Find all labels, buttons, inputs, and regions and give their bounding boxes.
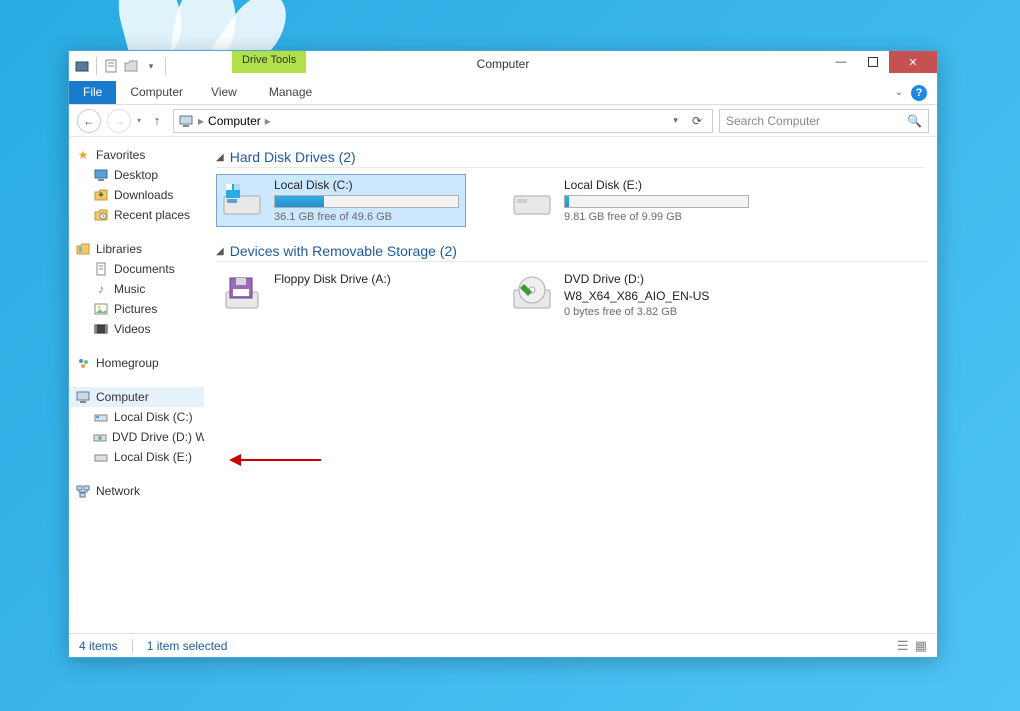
address-bar: ← → ▾ ↑ ▸ Computer ▸ ▾ ⟳ Search Computer… bbox=[69, 105, 937, 137]
tab-computer[interactable]: Computer bbox=[116, 81, 197, 104]
search-input[interactable]: Search Computer 🔍 bbox=[719, 109, 929, 133]
desktop-icon bbox=[93, 167, 109, 183]
nav-pictures[interactable]: Pictures bbox=[69, 299, 204, 319]
recent-icon bbox=[93, 207, 109, 223]
videos-icon bbox=[93, 321, 109, 337]
drive-name: Local Disk (E:) bbox=[564, 178, 752, 192]
refresh-icon[interactable]: ⟳ bbox=[686, 114, 708, 128]
nav-local-disk-c[interactable]: Local Disk (C:) bbox=[69, 407, 204, 427]
libraries-icon bbox=[75, 241, 91, 257]
address-dropdown-icon[interactable]: ▾ bbox=[669, 115, 682, 126]
quick-access-toolbar: ▾ bbox=[69, 51, 173, 81]
network-icon bbox=[75, 483, 91, 499]
status-item-count: 4 items bbox=[79, 639, 118, 653]
breadcrumb-separator[interactable]: ▸ bbox=[198, 114, 204, 128]
collapse-icon[interactable]: ◢ bbox=[216, 152, 224, 163]
tab-file[interactable]: File bbox=[69, 81, 116, 104]
disk-icon bbox=[93, 409, 109, 425]
drive-floppy[interactable]: Floppy Disk Drive (A:) bbox=[216, 268, 466, 322]
section-hdd[interactable]: ◢Hard Disk Drives (2) bbox=[216, 149, 925, 168]
help-icon[interactable]: ? bbox=[911, 85, 927, 101]
history-dropdown-icon[interactable]: ▾ bbox=[137, 116, 141, 125]
tiles-view-icon[interactable]: ▦ bbox=[915, 638, 927, 654]
nav-favorites[interactable]: ★Favorites bbox=[69, 145, 204, 165]
nav-videos[interactable]: Videos bbox=[69, 319, 204, 339]
capacity-bar bbox=[564, 195, 749, 208]
hdd-icon bbox=[220, 178, 264, 222]
drive-dvd[interactable]: DVD Drive (D:) W8_X64_X86_AIO_EN-US 0 by… bbox=[506, 268, 756, 322]
navigation-pane: ★Favorites Desktop Downloads Recent plac… bbox=[69, 137, 204, 633]
breadcrumb-separator[interactable]: ▸ bbox=[265, 114, 271, 128]
computer-icon bbox=[75, 389, 91, 405]
nav-computer[interactable]: Computer bbox=[69, 387, 204, 407]
star-icon: ★ bbox=[75, 147, 91, 163]
nav-network[interactable]: Network bbox=[69, 481, 204, 501]
address-field[interactable]: ▸ Computer ▸ ▾ ⟳ bbox=[173, 109, 713, 133]
drive-label: W8_X64_X86_AIO_EN-US bbox=[564, 289, 752, 303]
documents-icon bbox=[93, 261, 109, 277]
nav-dvd-drive[interactable]: DVD Drive (D:) W8_X bbox=[69, 427, 204, 447]
ribbon-expand-icon[interactable]: ⌄ bbox=[895, 87, 903, 98]
explorer-window: ▾ Drive Tools Computer — ✕ File Computer… bbox=[68, 50, 938, 658]
search-placeholder: Search Computer bbox=[726, 114, 820, 128]
new-folder-icon[interactable] bbox=[122, 57, 140, 75]
ribbon-tabs: File Computer View Manage ⌄ ? bbox=[69, 81, 937, 105]
drive-free-text: 9.81 GB free of 9.99 GB bbox=[564, 211, 752, 223]
downloads-icon bbox=[93, 187, 109, 203]
annotation-arrow bbox=[239, 459, 321, 461]
dvd-icon bbox=[93, 429, 107, 445]
drive-local-c[interactable]: Local Disk (C:) 36.1 GB free of 49.6 GB bbox=[216, 174, 466, 227]
status-bar: 4 items 1 item selected ☰ ▦ bbox=[69, 633, 937, 657]
window-title: Computer bbox=[477, 57, 530, 71]
maximize-button[interactable] bbox=[857, 51, 889, 73]
nav-documents[interactable]: Documents bbox=[69, 259, 204, 279]
drive-name: Floppy Disk Drive (A:) bbox=[274, 272, 462, 286]
hdd-icon bbox=[510, 178, 554, 222]
computer-icon bbox=[178, 113, 194, 129]
drive-free-text: 0 bytes free of 3.82 GB bbox=[564, 306, 752, 318]
context-tab-drive-tools[interactable]: Drive Tools bbox=[232, 51, 306, 73]
forward-button[interactable]: → bbox=[107, 109, 131, 133]
nav-music[interactable]: ♪Music bbox=[69, 279, 204, 299]
disk-icon bbox=[93, 449, 109, 465]
floppy-icon bbox=[220, 272, 264, 316]
qat-dropdown-icon[interactable]: ▾ bbox=[142, 57, 160, 75]
dvd-drive-icon bbox=[510, 272, 554, 316]
content-pane: ◢Hard Disk Drives (2) Local Disk (C:) 36… bbox=[204, 137, 937, 633]
nav-recent[interactable]: Recent places bbox=[69, 205, 204, 225]
section-removable[interactable]: ◢Devices with Removable Storage (2) bbox=[216, 243, 925, 262]
search-icon: 🔍 bbox=[907, 114, 922, 128]
collapse-icon[interactable]: ◢ bbox=[216, 246, 224, 257]
nav-libraries[interactable]: Libraries bbox=[69, 239, 204, 259]
drive-local-e[interactable]: Local Disk (E:) 9.81 GB free of 9.99 GB bbox=[506, 174, 756, 227]
titlebar: ▾ Drive Tools Computer — ✕ bbox=[69, 51, 937, 81]
tab-manage[interactable]: Manage bbox=[255, 81, 326, 104]
capacity-bar bbox=[274, 195, 459, 208]
drive-name: DVD Drive (D:) bbox=[564, 272, 752, 286]
up-button[interactable]: ↑ bbox=[147, 113, 167, 128]
back-button[interactable]: ← bbox=[77, 109, 101, 133]
music-icon: ♪ bbox=[93, 281, 109, 297]
drive-name: Local Disk (C:) bbox=[274, 178, 462, 192]
pictures-icon bbox=[93, 301, 109, 317]
homegroup-icon bbox=[75, 355, 91, 371]
nav-homegroup[interactable]: Homegroup bbox=[69, 353, 204, 373]
status-selected-count: 1 item selected bbox=[147, 639, 228, 653]
close-button[interactable]: ✕ bbox=[889, 51, 937, 73]
breadcrumb-computer[interactable]: Computer bbox=[208, 114, 261, 128]
properties-icon[interactable] bbox=[102, 57, 120, 75]
tab-view[interactable]: View bbox=[197, 81, 251, 104]
drive-free-text: 36.1 GB free of 49.6 GB bbox=[274, 211, 462, 223]
nav-downloads[interactable]: Downloads bbox=[69, 185, 204, 205]
minimize-button[interactable]: — bbox=[825, 51, 857, 73]
nav-local-disk-e[interactable]: Local Disk (E:) bbox=[69, 447, 204, 467]
app-icon[interactable] bbox=[73, 57, 91, 75]
nav-desktop[interactable]: Desktop bbox=[69, 165, 204, 185]
details-view-icon[interactable]: ☰ bbox=[897, 638, 909, 654]
